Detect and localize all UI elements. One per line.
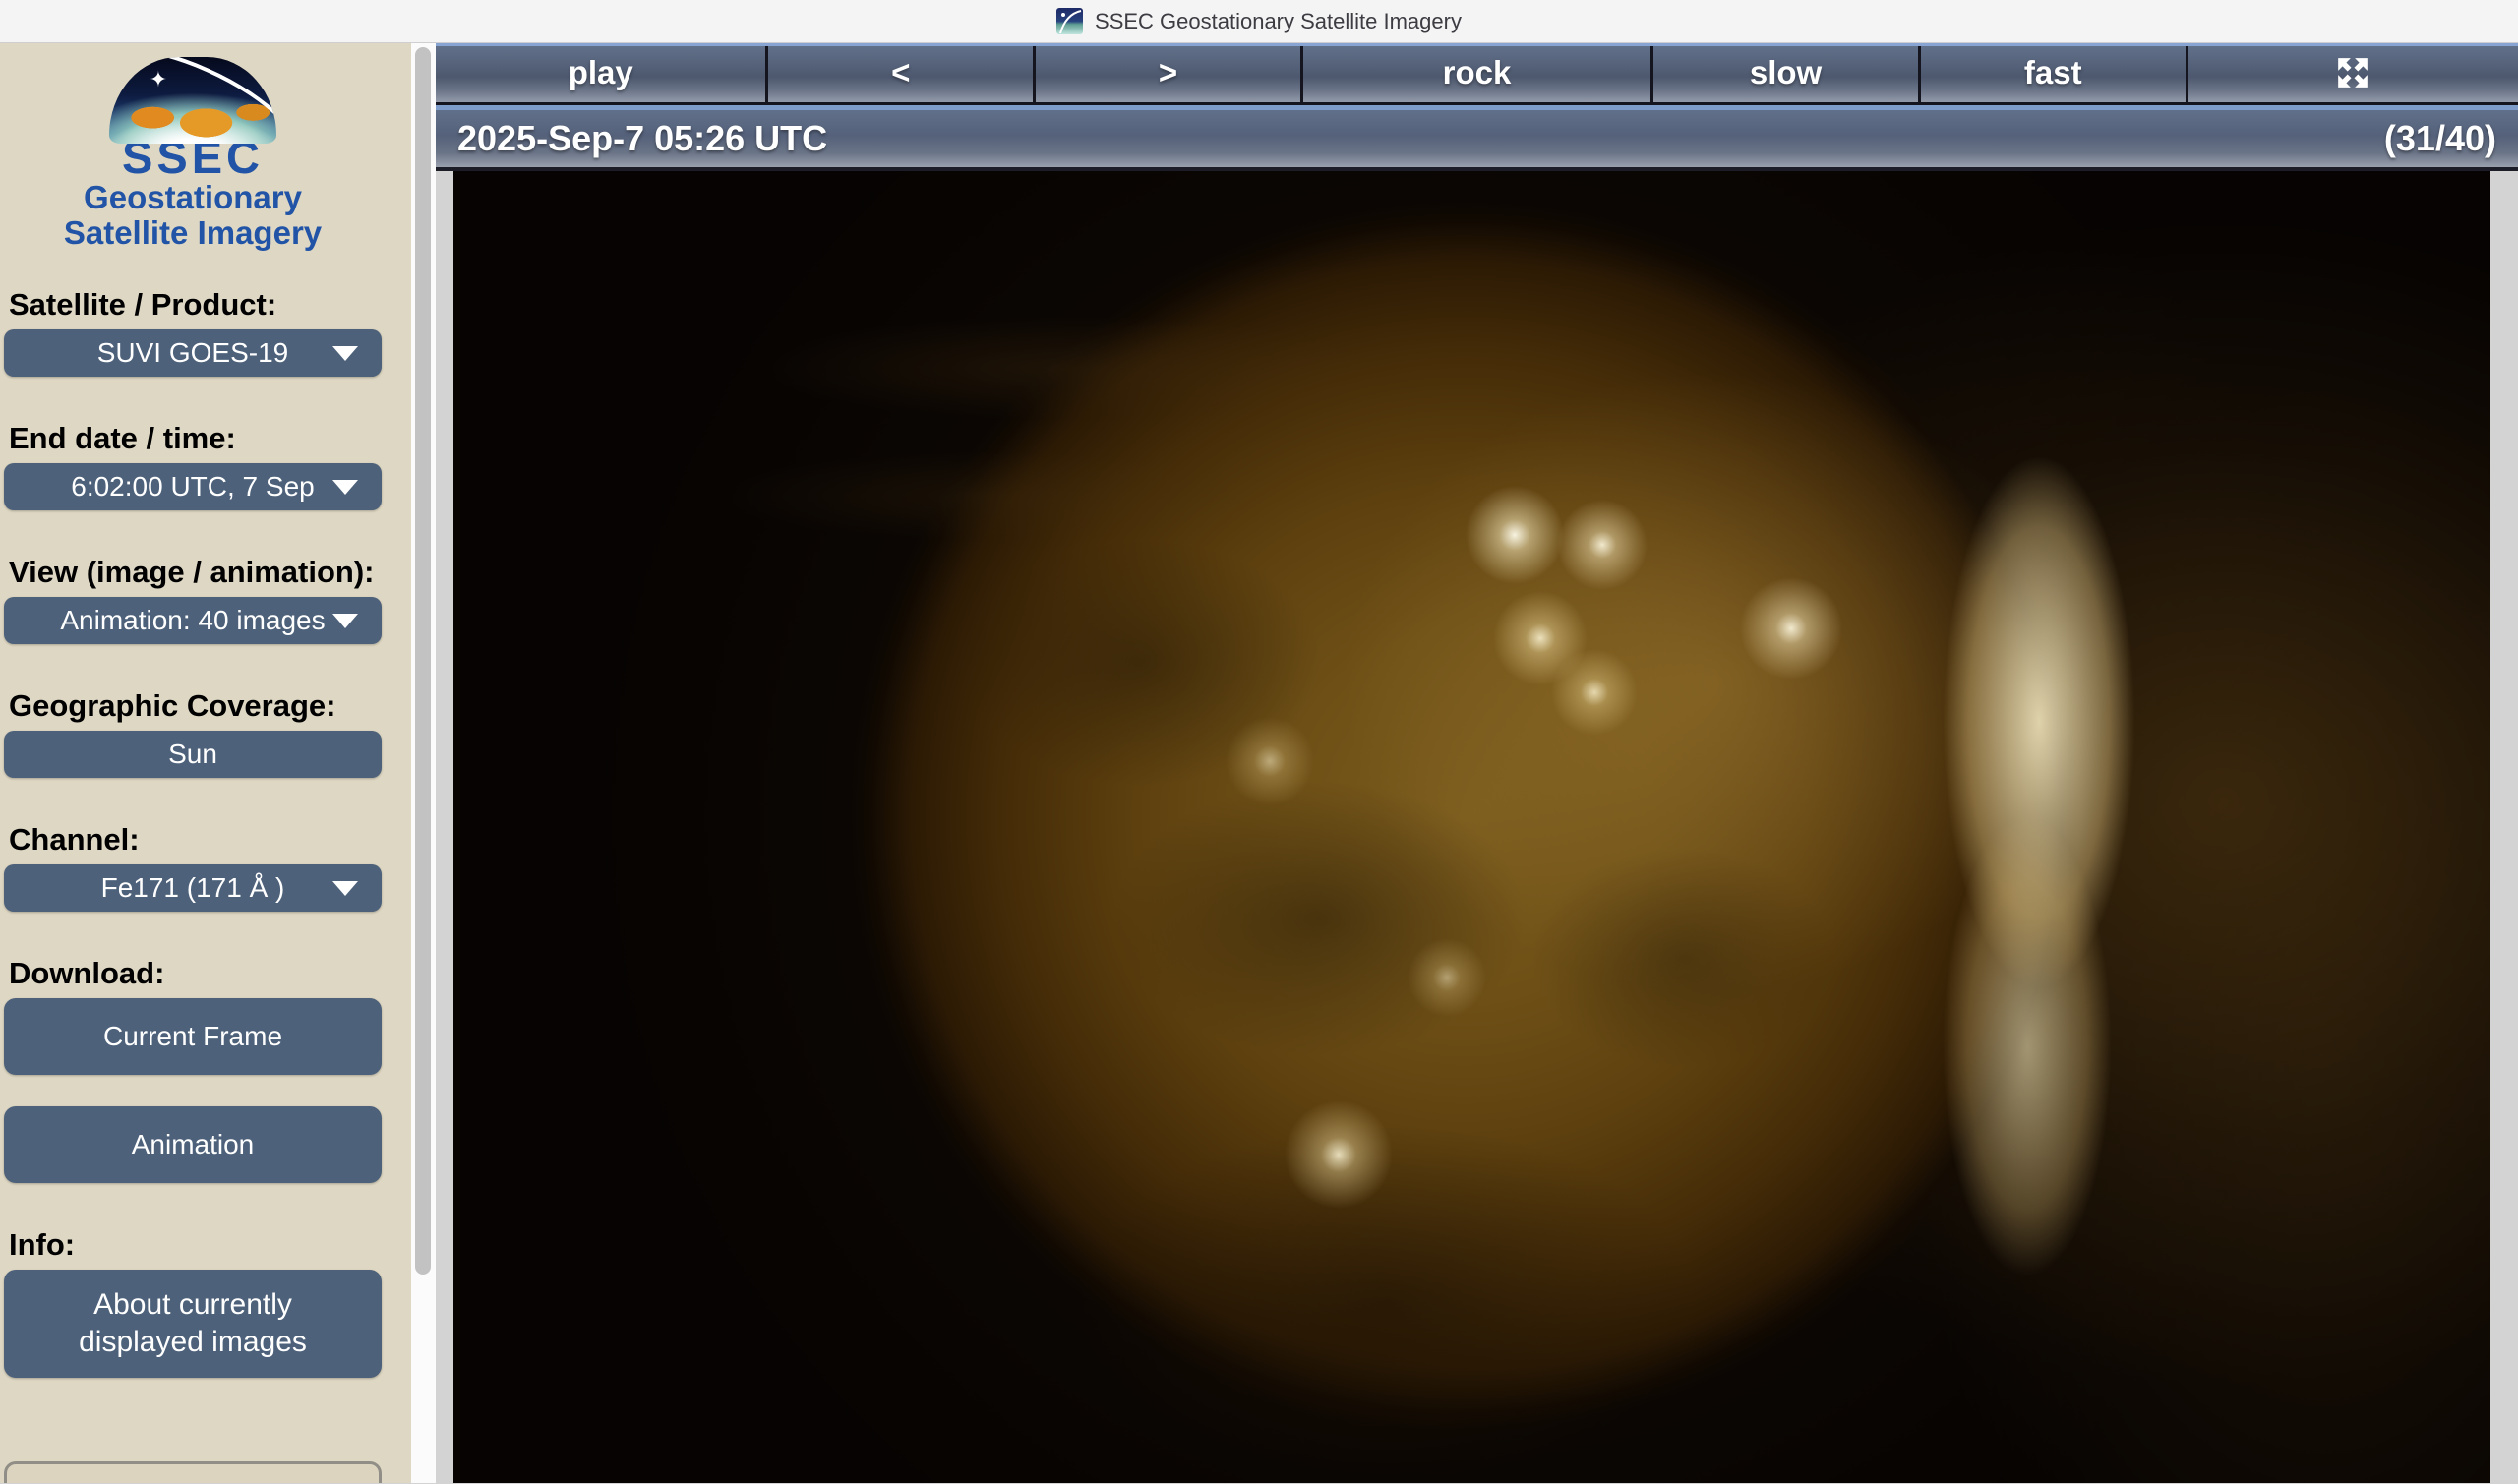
satellite-product-select[interactable]: SUVI GOES-19 xyxy=(4,329,382,377)
step-back-button[interactable]: < xyxy=(765,46,1033,102)
play-button[interactable]: play xyxy=(436,46,765,102)
next-button-partially-visible[interactable] xyxy=(4,1461,382,1483)
view-mode-select[interactable]: Animation: 40 images xyxy=(4,597,382,644)
expand-arrows-icon xyxy=(2335,55,2370,90)
page-tab-title: SSEC Geostationary Satellite Imagery xyxy=(1095,9,1462,34)
sidebar: ✦ SSEC Geostationary Satellite Imagery S… xyxy=(0,43,411,1483)
chevron-down-icon xyxy=(332,881,358,896)
download-animation-button[interactable]: Animation xyxy=(4,1106,382,1183)
download-current-frame-button[interactable]: Current Frame xyxy=(4,998,382,1075)
rock-button[interactable]: rock xyxy=(1300,46,1650,102)
chevron-down-icon xyxy=(332,614,358,628)
logo-orbit-swoosh-icon xyxy=(109,57,276,144)
channel-label: Channel: xyxy=(4,823,382,856)
download-label: Download: xyxy=(4,957,382,989)
main-content: play < > rock slow fast 2025-Sep-7 05:26 xyxy=(436,43,2518,1483)
channel-select[interactable]: Fe171 (171 Å ) xyxy=(4,864,382,912)
logo-subtitle-line2: Satellite Imagery xyxy=(4,215,382,251)
ssec-logo: ✦ SSEC Geostationary Satellite Imagery xyxy=(4,57,382,251)
end-datetime-label: End date / time: xyxy=(4,422,382,454)
status-bar: 2025-Sep-7 05:26 UTC (31/40) xyxy=(436,110,2518,171)
end-datetime-value: 6:02:00 UTC, 7 Sep xyxy=(71,471,314,503)
sidebar-scrollbar-thumb[interactable] xyxy=(415,47,431,1275)
geographic-coverage-button[interactable]: Sun xyxy=(4,731,382,778)
browser-titlebar: SSEC Geostationary Satellite Imagery xyxy=(0,0,2518,43)
satellite-product-label: Satellite / Product: xyxy=(4,288,382,321)
app-shell: ✦ SSEC Geostationary Satellite Imagery S… xyxy=(0,43,2518,1483)
site-favicon-icon xyxy=(1056,8,1083,34)
view-mode-value: Animation: 40 images xyxy=(60,605,325,636)
ssec-globe-icon: ✦ xyxy=(109,57,276,144)
fullscreen-button[interactable] xyxy=(2186,46,2518,102)
chevron-down-icon xyxy=(332,346,358,361)
sidebar-scrollbar-track[interactable] xyxy=(411,43,436,1483)
download-current-frame-label: Current Frame xyxy=(103,1021,282,1052)
info-about-button[interactable]: About currently displayed images xyxy=(4,1270,382,1378)
frame-counter: (31/40) xyxy=(2384,118,2496,159)
image-viewport xyxy=(453,171,2490,1483)
view-mode-label: View (image / animation): xyxy=(4,556,382,588)
end-datetime-select[interactable]: 6:02:00 UTC, 7 Sep xyxy=(4,463,382,510)
step-forward-button[interactable]: > xyxy=(1033,46,1300,102)
geographic-coverage-value: Sun xyxy=(168,739,217,770)
animation-toolbar: play < > rock slow fast xyxy=(436,43,2518,105)
frame-datetime: 2025-Sep-7 05:26 UTC xyxy=(457,118,827,159)
geographic-coverage-label: Geographic Coverage: xyxy=(4,689,382,722)
info-label: Info: xyxy=(4,1228,382,1261)
info-about-label: About currently displayed images xyxy=(39,1286,346,1361)
channel-value: Fe171 (171 Å ) xyxy=(101,872,285,904)
logo-subtitle-line1: Geostationary xyxy=(4,180,382,215)
fast-button[interactable]: fast xyxy=(1918,46,2186,102)
satellite-product-value: SUVI GOES-19 xyxy=(97,337,289,369)
slow-button[interactable]: slow xyxy=(1650,46,1918,102)
chevron-down-icon xyxy=(332,480,358,495)
download-animation-label: Animation xyxy=(132,1129,255,1160)
suvi-solar-disk-image xyxy=(453,171,2490,1483)
